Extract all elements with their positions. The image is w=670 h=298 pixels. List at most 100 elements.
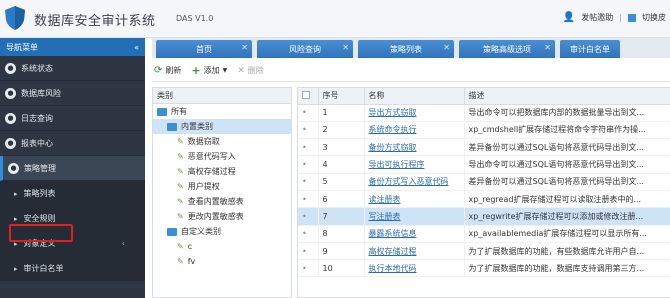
sidebar-sub-label: 安全规则: [23, 214, 56, 223]
row-description: xp_regwrite扩展存储过程可以添加或修改注册...: [464, 207, 670, 226]
rule-leaf-icon: ✎: [177, 257, 184, 266]
row-checkbox-cell[interactable]: •: [298, 155, 319, 174]
refresh-icon: ⟳: [154, 65, 163, 76]
sidebar-item-label: 数据库风险: [21, 88, 61, 98]
row-description: 差异备份可以通过SQL语句将恶意代码导出到文...: [464, 173, 670, 191]
table-row[interactable]: • 7 写注册表 xp_regwrite扩展存储过程可以添加或修改注册...: [298, 207, 670, 226]
sidebar-sub-label: 策略列表: [23, 189, 56, 198]
column-header-name[interactable]: 名称: [364, 88, 465, 105]
row-name-link[interactable]: 高权存储过程: [364, 242, 465, 261]
close-icon[interactable]: ✕: [241, 43, 248, 52]
add-button[interactable]: + 添加 ▼: [191, 64, 227, 77]
tree-node[interactable]: ✎ c: [153, 239, 291, 254]
row-marker-icon: •: [302, 108, 307, 118]
delete-button[interactable]: ✕ 删除: [237, 65, 264, 76]
row-checkbox-cell[interactable]: •: [298, 225, 319, 243]
row-description: 为了扩展数据库的功能，数据库支持调用第三方...: [464, 259, 670, 278]
tab-policy-advanced[interactable]: 策略高级选项 ✕: [459, 40, 555, 58]
table-row[interactable]: • 4 导出可执行程序 导出命令可以通过SQL语句将恶意代码导出到文...: [298, 155, 670, 174]
row-name-link[interactable]: 备份方式窃取: [364, 138, 465, 157]
folder-icon: [167, 122, 177, 131]
tab-audit-whitelist[interactable]: 审计白名单: [560, 40, 620, 58]
close-icon[interactable]: ✕: [342, 43, 349, 52]
caret-right-icon: ▸: [14, 264, 18, 273]
sidebar-item-db-risk[interactable]: ● 数据库风险: [0, 81, 145, 106]
sidebar-item-log-query[interactable]: ● 日志查询: [0, 106, 145, 131]
sidebar-item-label: 报表中心: [21, 138, 53, 148]
row-checkbox-cell[interactable]: •: [298, 138, 319, 157]
row-checkbox-cell[interactable]: •: [298, 104, 319, 122]
row-name-link[interactable]: 系统命令执行: [364, 121, 465, 140]
row-checkbox-cell[interactable]: •: [298, 173, 319, 191]
tab-home[interactable]: 首页 ✕: [156, 40, 252, 58]
checkbox[interactable]: [302, 90, 310, 99]
table-row[interactable]: • 3 备份方式窃取 差异备份可以通过SQL语句将恶意代码导出到文...: [298, 138, 670, 157]
table-row[interactable]: • 8 暴露系统信息 xp_availablemedia扩展存储过程可以显示所有...: [298, 225, 670, 243]
table-row[interactable]: • 9 高权存储过程 为了扩展数据库的功能，有些数据库允许用户自...: [298, 242, 670, 261]
sidebar-sub-audit-whitelist[interactable]: ▸ 审计白名单: [0, 256, 145, 281]
collapse-icon[interactable]: «: [134, 43, 139, 52]
row-checkbox-cell[interactable]: •: [298, 121, 319, 140]
sidebar-sub-policy-list[interactable]: ▸ 策略列表: [0, 181, 145, 206]
sidebar-item-label: 日志查询: [21, 113, 53, 123]
sidebar-sub-security-rules[interactable]: ▸ 安全规则: [0, 206, 145, 231]
row-description: xp_availablemedia扩展存储过程可以显示所有...: [464, 225, 670, 243]
rule-leaf-icon: ✎: [177, 212, 184, 221]
select-all-header[interactable]: [298, 88, 319, 105]
row-index: 9: [318, 242, 365, 261]
tree-node[interactable]: ✎ 数据窃取: [153, 134, 291, 149]
sidebar: 导航菜单 « ● 系统状态 ● 数据库风险 ● 日志查询 ● 报表中心 ● 策略管理 ▸ 策…: [0, 38, 145, 298]
tree-node[interactable]: ✎ 更改内置敏感表: [153, 209, 291, 224]
tree-node-label: 数据窃取: [187, 137, 220, 146]
skin-switch-link[interactable]: 切换皮: [642, 12, 666, 23]
sidebar-sub-object-definition[interactable]: ▸ 对象定义 ‹: [0, 231, 145, 256]
row-index: 4: [318, 155, 365, 174]
close-icon[interactable]: ✕: [544, 43, 551, 52]
table-row[interactable]: • 6 读注册表 xp_regread扩展存储过程可以读取注册表中的...: [298, 190, 670, 209]
tree-node[interactable]: 内置类别: [153, 119, 291, 134]
row-name-link[interactable]: 读注册表: [364, 190, 465, 209]
rule-leaf-icon: ✎: [177, 197, 184, 206]
row-name-link[interactable]: 写注册表: [364, 207, 465, 226]
tab-label: 审计白名单: [570, 44, 610, 54]
status-icon: ●: [5, 62, 16, 74]
tree-node[interactable]: ✎ fv: [153, 254, 291, 269]
tree-node[interactable]: ✎ 用户提权: [153, 179, 291, 194]
row-name-link[interactable]: 导出可执行程序: [364, 155, 465, 174]
tab-risk-query[interactable]: 风险查询 ✕: [257, 40, 353, 58]
row-name-link[interactable]: 执行本地代码: [364, 259, 465, 278]
table-row[interactable]: • 1 导出方式窃取 导出命令可以把数据库内部的数据批量导出到文...: [298, 104, 670, 122]
table-row[interactable]: • 5 备份方式写入恶意代码 差异备份可以通过SQL语句将恶意代码导出到文...: [298, 173, 670, 191]
row-index: 1: [318, 104, 365, 122]
row-name-link[interactable]: 暴露系统信息: [364, 225, 465, 243]
folder-icon: [157, 107, 167, 116]
refresh-button[interactable]: ⟳ 刷新: [154, 65, 181, 76]
row-name-link[interactable]: 导出方式窃取: [364, 104, 465, 122]
row-checkbox-cell[interactable]: •: [298, 259, 319, 278]
sidebar-item-policy-management[interactable]: ● 策略管理: [0, 156, 145, 181]
table-row[interactable]: • 2 系统命令执行 xp_cmdshell扩展存储过程将命令字符串作为操...: [298, 121, 670, 140]
tree-node-label: 用户提权: [187, 182, 220, 191]
sidebar-item-system-status[interactable]: ● 系统状态: [0, 56, 145, 81]
row-checkbox-cell[interactable]: •: [298, 190, 319, 209]
row-marker-icon: •: [302, 246, 307, 256]
tree-node[interactable]: 自定义类别: [153, 224, 291, 239]
user-link[interactable]: 发帖邀助: [581, 12, 613, 23]
tree-node[interactable]: ✎ 查看内置敏感表: [153, 194, 291, 209]
column-header-description[interactable]: 描述: [464, 88, 670, 105]
sidebar-item-report-center[interactable]: ● 报表中心: [0, 131, 145, 156]
tree-node[interactable]: ✎ 高权存储过程: [153, 164, 291, 179]
close-icon[interactable]: ✕: [443, 43, 450, 52]
row-name-link[interactable]: 备份方式写入恶意代码: [364, 173, 465, 191]
table-row[interactable]: • 10 执行本地代码 为了扩展数据库的功能，数据库支持调用第三方...: [298, 259, 670, 278]
row-index: 2: [318, 121, 365, 140]
row-checkbox-cell[interactable]: •: [298, 207, 319, 226]
tree-node[interactable]: 所有: [153, 104, 291, 119]
row-marker-icon: •: [302, 142, 307, 152]
row-checkbox-cell[interactable]: •: [298, 242, 319, 261]
tab-policy-list[interactable]: 策略列表 ✕: [358, 40, 454, 58]
tree-node[interactable]: ✎ 恶意代码写入: [153, 149, 291, 164]
row-marker-icon: •: [302, 194, 307, 204]
column-header-index[interactable]: 序号: [318, 88, 365, 105]
chevron-down-icon: ▼: [222, 67, 228, 74]
